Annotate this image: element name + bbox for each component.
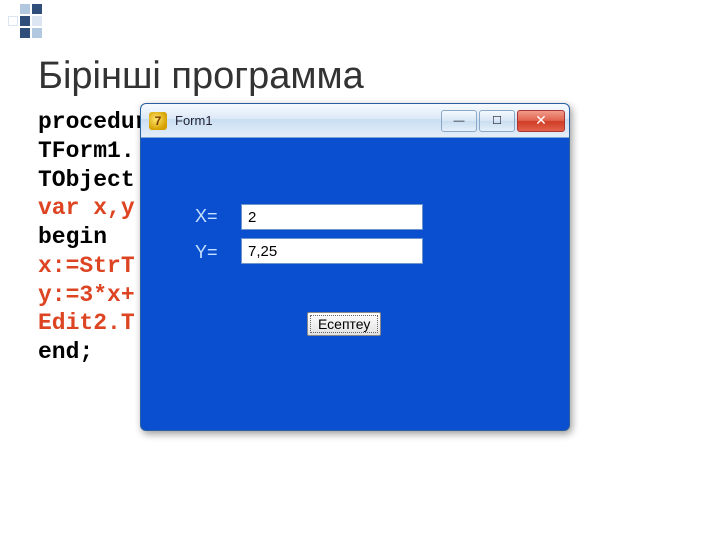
- window-controls: — ☐ ✕: [439, 110, 565, 132]
- titlebar[interactable]: 7 Form1 — ☐ ✕: [141, 104, 569, 138]
- code-line: y:=3*x+: [38, 282, 135, 308]
- decor-square: [20, 28, 30, 38]
- close-icon: ✕: [535, 112, 547, 129]
- edit-y[interactable]: [241, 238, 423, 264]
- label-x: X=: [195, 206, 218, 227]
- decor-square: [20, 4, 30, 14]
- code-line: end;: [38, 339, 93, 365]
- code-line: TForm1.: [38, 138, 135, 164]
- app-icon: 7: [149, 112, 167, 130]
- calculate-button[interactable]: Есептеу: [307, 312, 381, 336]
- code-line: begin: [38, 224, 107, 250]
- decor-square: [32, 28, 42, 38]
- window-title: Form1: [175, 113, 439, 128]
- label-y: Y=: [195, 242, 218, 263]
- edit-x[interactable]: [241, 204, 423, 230]
- minimize-button[interactable]: —: [441, 110, 477, 132]
- decor-square: [8, 16, 18, 26]
- decor-square: [32, 4, 42, 14]
- decor-square: [32, 16, 42, 26]
- code-line: var x,y: [38, 195, 135, 221]
- app-window: 7 Form1 — ☐ ✕ X= Y= Есептеу: [140, 103, 570, 431]
- form-client-area: X= Y= Есептеу: [149, 142, 561, 422]
- close-button[interactable]: ✕: [517, 110, 565, 132]
- minimize-icon: —: [454, 115, 465, 127]
- code-line: Edit2.T: [38, 310, 135, 336]
- slide-title: Бірінші программа: [38, 55, 364, 98]
- code-line: TObject: [38, 167, 135, 193]
- maximize-icon: ☐: [492, 114, 502, 127]
- decor-square: [20, 16, 30, 26]
- code-line: x:=StrT: [38, 253, 135, 279]
- maximize-button[interactable]: ☐: [479, 110, 515, 132]
